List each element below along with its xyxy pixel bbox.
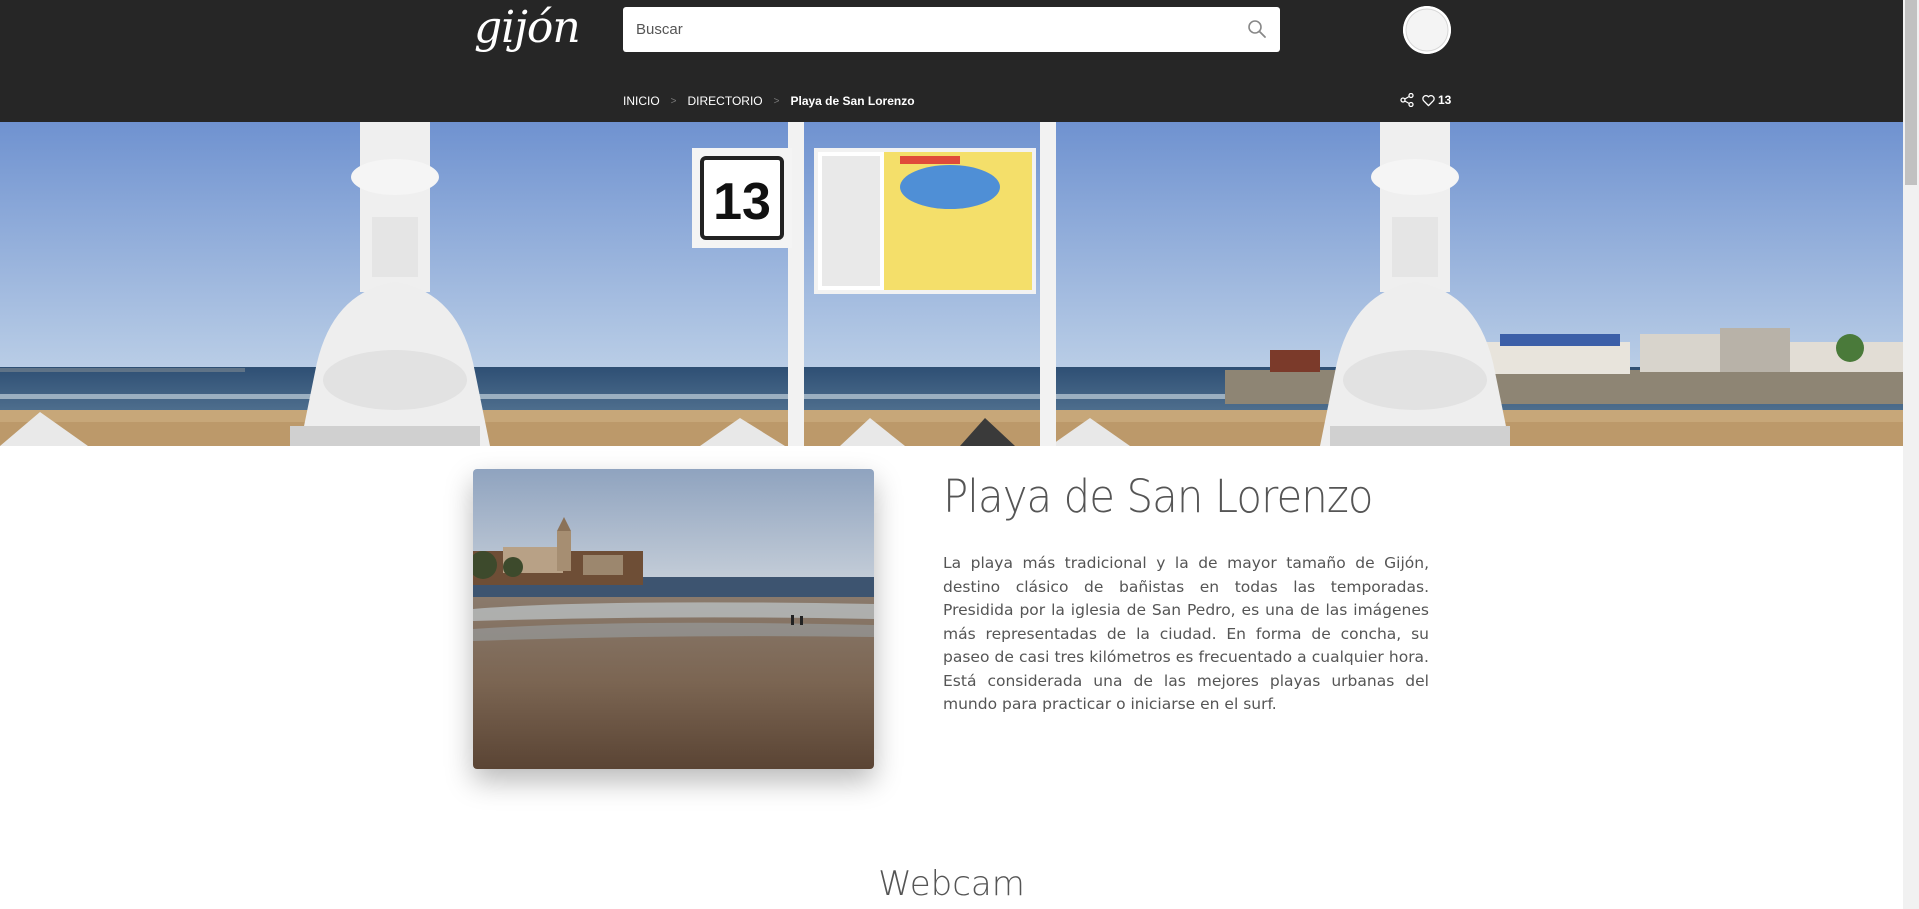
top-header: gijón INICIO > DIRECTORIO > Playa de San… xyxy=(0,0,1903,122)
breadcrumb-separator: > xyxy=(670,95,677,107)
beach-description: La playa más tradicional y la de mayor t… xyxy=(943,554,1429,713)
page-scrollbar[interactable] xyxy=(1903,0,1919,909)
user-avatar[interactable] xyxy=(1403,6,1451,54)
webcam-section-title: Webcam xyxy=(878,864,1025,904)
search-input[interactable] xyxy=(623,7,1223,52)
beach-photo-image xyxy=(473,469,874,769)
hero-sign-number: 13 xyxy=(713,173,771,231)
scrollbar-thumb[interactable] xyxy=(1905,0,1917,185)
hero-beach-image: 13 xyxy=(0,122,1903,446)
breadcrumb-separator: > xyxy=(773,95,780,107)
hero-banner: 13 xyxy=(0,122,1903,446)
breadcrumb-home[interactable]: INICIO xyxy=(623,94,660,108)
gijon-logo[interactable]: gijón xyxy=(474,2,581,54)
page-title: Playa de San Lorenzo xyxy=(943,470,1374,523)
likes-count: 13 xyxy=(1438,93,1452,107)
breadcrumb-current: Playa de San Lorenzo xyxy=(790,94,915,108)
user-avatar-icon xyxy=(1403,6,1451,54)
heart-icon[interactable] xyxy=(1422,94,1435,107)
search-box xyxy=(623,7,1280,52)
page-actions: 13 xyxy=(1400,93,1451,107)
breadcrumb: INICIO > DIRECTORIO > Playa de San Loren… xyxy=(623,92,915,110)
beach-photo xyxy=(473,469,874,769)
share-icon[interactable] xyxy=(1400,93,1414,107)
breadcrumb-directorio[interactable]: DIRECTORIO xyxy=(688,94,763,108)
search-icon[interactable] xyxy=(1247,19,1267,39)
